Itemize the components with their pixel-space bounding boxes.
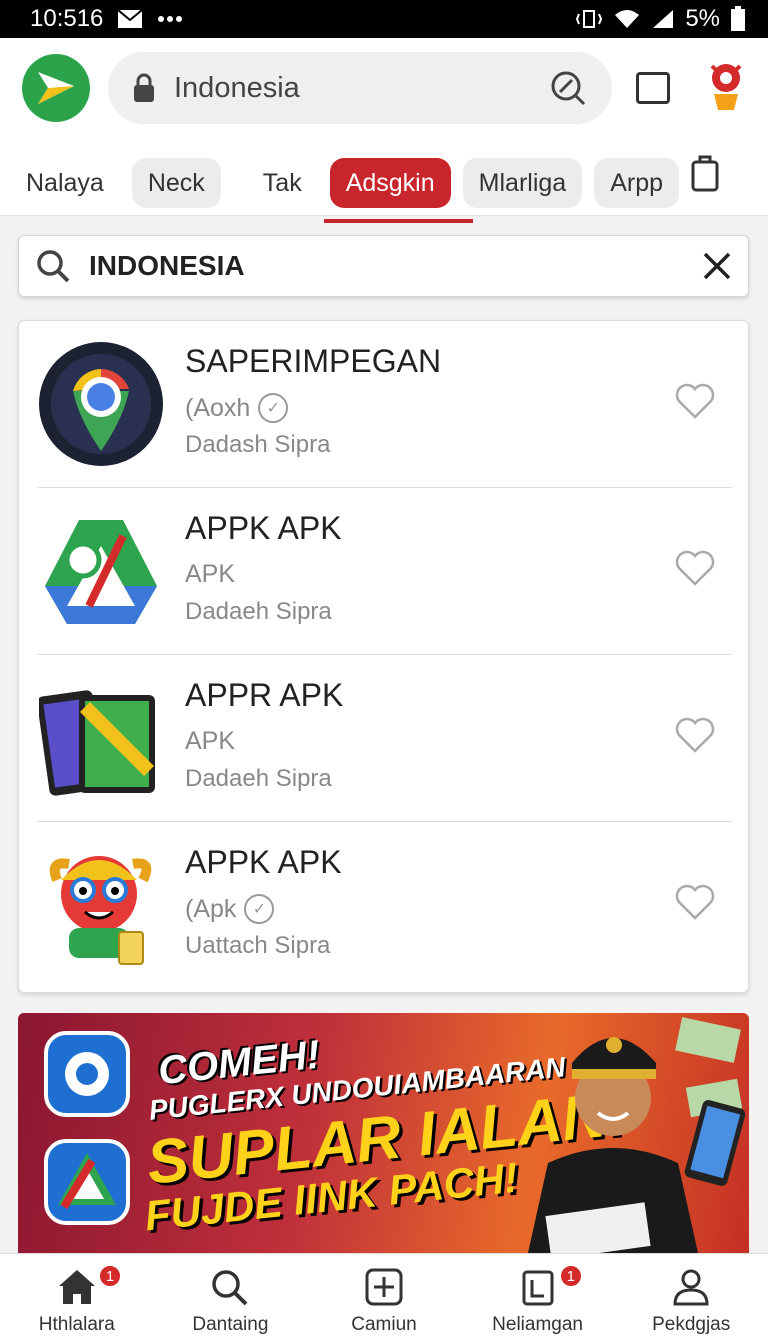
- status-bar: 10:516 5%: [0, 0, 768, 38]
- verified-icon: ✓: [258, 393, 289, 423]
- search-icon: [37, 250, 70, 283]
- list-item[interactable]: APPK APK (Apk ✓ Uattach Sipra: [19, 822, 750, 989]
- item-subtitle: APK: [185, 560, 235, 589]
- item-subtitle-text: (Aoxh: [185, 393, 251, 422]
- verified-icon: ✓: [244, 894, 275, 924]
- notification-badge: 1: [98, 1264, 122, 1288]
- phone-map-icon: [37, 673, 163, 803]
- item-subtitle: APK: [185, 727, 235, 756]
- item-developer: Dadaeh Sipra: [185, 765, 332, 792]
- list-item[interactable]: APPR APK APK Dadaeh Sipra: [19, 655, 750, 822]
- more-dots-icon: [158, 16, 183, 22]
- heart-icon[interactable]: [673, 715, 717, 755]
- item-title: APPK APK: [185, 510, 342, 546]
- signal-icon: [653, 10, 674, 28]
- nav-search[interactable]: Dantaing: [154, 1254, 308, 1344]
- status-time: 10:516: [30, 5, 104, 32]
- list-item[interactable]: APPK APK APK Dadaeh Sipra: [19, 488, 750, 655]
- item-subtitle-text: (Apk: [185, 894, 237, 923]
- vibrate-icon: [576, 10, 603, 28]
- list-item[interactable]: SAPERIMPEGAN (Aoxh ✓ Dadash Sipra: [19, 321, 750, 488]
- chip-adsgkin[interactable]: Adsgkin: [323, 158, 473, 223]
- item-title: APPR APK: [185, 677, 344, 713]
- nav-label: Pekdgjas: [652, 1314, 731, 1335]
- nav-notifications[interactable]: 1 Neliamgan: [461, 1254, 615, 1344]
- settings-app-icon: [44, 1031, 130, 1117]
- heart-icon[interactable]: [673, 882, 717, 922]
- item-developer: Dadash Sipra: [185, 431, 331, 458]
- profile-icon: [673, 1269, 709, 1306]
- nav-create[interactable]: Camiun: [307, 1254, 461, 1344]
- results-list: SAPERIMPEGAN (Aoxh ✓ Dadash Sipra APPK A…: [18, 320, 749, 993]
- app-header: Indonesia Nalaya Neck Tak Adsgkin Mlarli…: [0, 38, 768, 223]
- nav-label: Neliamgan: [492, 1314, 583, 1335]
- url-text: Indonesia: [174, 71, 300, 104]
- officer-illustration: [528, 1017, 746, 1253]
- chip-mlarliga[interactable]: Mlarliga: [462, 158, 583, 208]
- search-input[interactable]: INDONESIA: [89, 250, 702, 282]
- chip-nalaya[interactable]: Nalaya: [10, 158, 120, 208]
- drive-app-icon: [44, 1139, 130, 1225]
- home-icon: [58, 1270, 95, 1304]
- battery-icon: [731, 6, 745, 31]
- item-developer: Dadaeh Sipra: [185, 598, 332, 625]
- app-logo[interactable]: [22, 54, 90, 122]
- bottom-nav: 1 Hthlalara Dantaing Camiun 1 Neliamgan …: [0, 1253, 768, 1344]
- heart-icon[interactable]: [673, 548, 717, 588]
- nav-label: Hthlalara: [38, 1314, 115, 1335]
- heart-icon[interactable]: [673, 381, 717, 421]
- nav-profile[interactable]: Pekdgjas: [614, 1254, 768, 1344]
- plus-box-icon: [365, 1268, 403, 1306]
- notification-icon: [522, 1270, 554, 1306]
- bag-icon[interactable]: [690, 154, 720, 192]
- item-developer: Uattach Sipra: [185, 932, 331, 959]
- close-icon[interactable]: [702, 251, 732, 281]
- promo-banner[interactable]: COMEH! PUGLERX UNDOUIAMBAARAN SUPLAR IAL…: [18, 1013, 749, 1253]
- item-subtitle-text: APK: [185, 727, 236, 755]
- flame-mascot-icon[interactable]: [704, 58, 748, 114]
- chip-neck[interactable]: Neck: [131, 158, 221, 208]
- item-subtitle: (Apk ✓: [185, 894, 275, 924]
- item-title: APPK APK: [185, 844, 342, 880]
- nav-home[interactable]: 1 Hthlalara: [0, 1254, 154, 1344]
- chrome-pin-icon: [39, 339, 163, 469]
- search-icon: [212, 1270, 248, 1306]
- wifi-icon: [615, 10, 640, 28]
- chip-arpp[interactable]: Arpp: [594, 158, 679, 208]
- tabs-button[interactable]: [636, 72, 670, 104]
- send-arrow-icon: [38, 72, 74, 104]
- search-icon[interactable]: [548, 68, 588, 108]
- item-subtitle-text: APK: [185, 560, 236, 588]
- search-field[interactable]: INDONESIA: [18, 235, 749, 297]
- url-bar[interactable]: Indonesia: [108, 52, 612, 124]
- item-title: SAPERIMPEGAN: [185, 343, 442, 379]
- cartoon-mascot-icon: [39, 840, 163, 970]
- notification-badge: 1: [558, 1264, 583, 1288]
- chip-tak[interactable]: Tak: [247, 158, 318, 208]
- mail-icon: [117, 9, 144, 28]
- lock-icon: [134, 73, 154, 102]
- item-subtitle: (Aoxh ✓: [185, 393, 289, 423]
- category-chips: Nalaya Neck Tak Adsgkin Mlarliga Arpp: [0, 150, 768, 223]
- drive-gear-icon: [39, 506, 163, 636]
- battery-percent: 5%: [685, 5, 720, 32]
- nav-label: Camiun: [351, 1314, 417, 1335]
- nav-label: Dantaing: [192, 1314, 269, 1335]
